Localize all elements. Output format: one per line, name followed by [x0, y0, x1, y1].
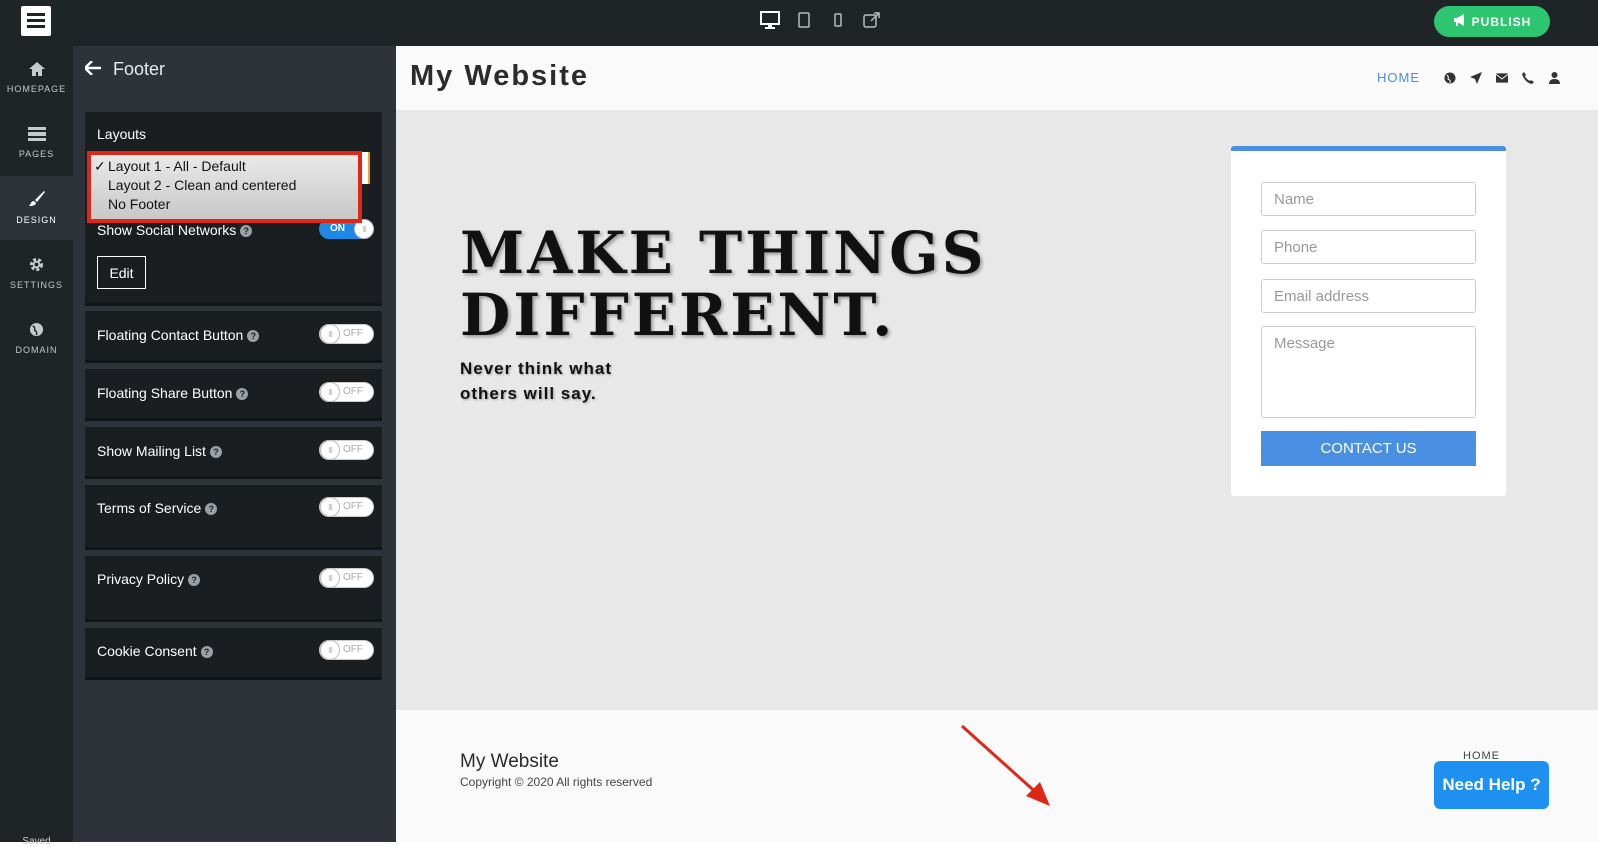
- phone-icon[interactable]: [1522, 71, 1534, 84]
- help-icon[interactable]: ?: [247, 330, 260, 342]
- footer-title: My Website: [460, 751, 559, 772]
- nav-settings-label: SETTINGS: [9, 279, 63, 290]
- home-icon: [28, 62, 45, 78]
- location-arrow-icon[interactable]: [1470, 71, 1482, 84]
- contact-us-button[interactable]: CONTACT US: [1261, 431, 1476, 466]
- layout-select-edge[interactable]: [362, 152, 370, 184]
- user-icon[interactable]: [1548, 71, 1560, 84]
- edit-social-button[interactable]: Edit: [97, 256, 146, 289]
- publish-label: PUBLISH: [1471, 14, 1532, 29]
- help-icon[interactable]: ?: [200, 646, 213, 658]
- phone-field[interactable]: Phone: [1261, 230, 1476, 264]
- floating-contact-card: Floating Contact Button? III OFF: [85, 311, 382, 363]
- need-help-button[interactable]: Need Help ?: [1434, 761, 1549, 809]
- hero-title: MAKE THINGS DIFFERENT.: [460, 219, 987, 349]
- tablet-icon[interactable]: [794, 10, 814, 30]
- layouts-title: Layouts: [97, 126, 147, 142]
- megaphone-icon: [1453, 14, 1467, 29]
- nav-design-label: DESIGN: [16, 215, 57, 225]
- layout-option[interactable]: No Footer: [91, 196, 358, 215]
- nav-home-link[interactable]: HOME: [1377, 70, 1420, 85]
- panel-header: Footer: [73, 46, 396, 92]
- device-switcher: [760, 10, 882, 30]
- site-header: My Website HOME: [396, 46, 1598, 110]
- floating-contact-label: Floating Contact Button?: [97, 327, 260, 343]
- site-nav: HOME: [1377, 70, 1560, 85]
- panel-title: Footer: [113, 58, 166, 79]
- desktop-icon[interactable]: [760, 10, 780, 30]
- cookie-card: Cookie Consent? III OFF: [85, 628, 382, 680]
- brush-icon: [28, 191, 45, 209]
- help-icon[interactable]: ?: [240, 225, 253, 237]
- nav-domain[interactable]: DOMAIN: [0, 306, 73, 370]
- layout-dropdown-menu: ✓ Layout 1 - All - Default Layout 2 - Cl…: [87, 151, 362, 223]
- privacy-card: Privacy Policy? III OFF: [85, 556, 382, 622]
- hero-subtitle: Never think what others will say.: [460, 359, 613, 403]
- left-navigation: HOMEPAGE PAGES DESIGN SETTINGS DOMAIN Sa…: [0, 46, 73, 847]
- pages-icon: [27, 127, 46, 143]
- help-icon[interactable]: ?: [205, 503, 218, 515]
- footer-copyright: Copyright © 2020 All rights reserved: [460, 775, 653, 789]
- red-arrow-annotation: [956, 722, 1056, 817]
- email-field[interactable]: Email address: [1261, 279, 1476, 313]
- nav-pages[interactable]: PAGES: [0, 111, 73, 175]
- floating-share-card: Floating Share Button? III OFF: [85, 369, 382, 421]
- globe-icon[interactable]: [1444, 72, 1456, 84]
- globe-icon: [29, 322, 44, 339]
- nav-homepage[interactable]: HOMEPAGE: [0, 46, 73, 110]
- mailing-list-toggle[interactable]: III OFF: [319, 440, 374, 460]
- logo[interactable]: [21, 6, 51, 36]
- terms-toggle[interactable]: III OFF: [319, 497, 374, 517]
- cookie-toggle[interactable]: III OFF: [319, 640, 374, 660]
- terms-card: Terms of Service? III OFF: [85, 485, 382, 550]
- top-bar: PUBLISH: [0, 0, 1598, 46]
- floating-share-label: Floating Share Button?: [97, 385, 249, 401]
- mailing-list-label: Show Mailing List?: [97, 443, 222, 459]
- nav-design[interactable]: DESIGN: [0, 176, 73, 240]
- terms-label: Terms of Service?: [97, 500, 218, 516]
- help-icon[interactable]: ?: [236, 388, 249, 400]
- envelope-icon[interactable]: [1496, 72, 1508, 84]
- name-field[interactable]: Name: [1261, 182, 1476, 216]
- site-title[interactable]: My Website: [410, 60, 589, 93]
- nav-settings[interactable]: SETTINGS: [0, 241, 73, 305]
- checkmark-icon: ✓: [94, 158, 106, 174]
- cookie-label: Cookie Consent?: [97, 643, 213, 659]
- publish-button[interactable]: PUBLISH: [1434, 6, 1550, 37]
- floating-contact-toggle[interactable]: III OFF: [319, 324, 374, 344]
- mobile-icon[interactable]: [828, 10, 848, 30]
- nav-domain-label: DOMAIN: [15, 344, 58, 355]
- message-field[interactable]: Message: [1261, 326, 1476, 418]
- contact-form: Name Phone Email address Message CONTACT…: [1231, 146, 1506, 496]
- privacy-toggle[interactable]: III OFF: [319, 568, 374, 588]
- back-arrow-icon[interactable]: [83, 59, 101, 80]
- help-icon[interactable]: ?: [209, 446, 222, 458]
- layout-option[interactable]: Layout 2 - Clean and centered: [91, 177, 358, 196]
- help-icon[interactable]: ?: [188, 574, 201, 586]
- external-link-icon[interactable]: [862, 10, 882, 30]
- privacy-label: Privacy Policy?: [97, 571, 201, 587]
- floating-share-toggle[interactable]: III OFF: [319, 382, 374, 402]
- nav-homepage-label: HOMEPAGE: [6, 84, 67, 94]
- gear-icon: [29, 257, 44, 274]
- social-networks-label: Show Social Networks?: [97, 222, 253, 238]
- layout-option[interactable]: ✓ Layout 1 - All - Default: [91, 158, 358, 177]
- website-preview: My Website HOME MAKE THINGS DIFFERENT. N…: [396, 46, 1598, 842]
- mailing-list-card: Show Mailing List? III OFF: [85, 427, 382, 479]
- nav-pages-label: PAGES: [18, 149, 55, 159]
